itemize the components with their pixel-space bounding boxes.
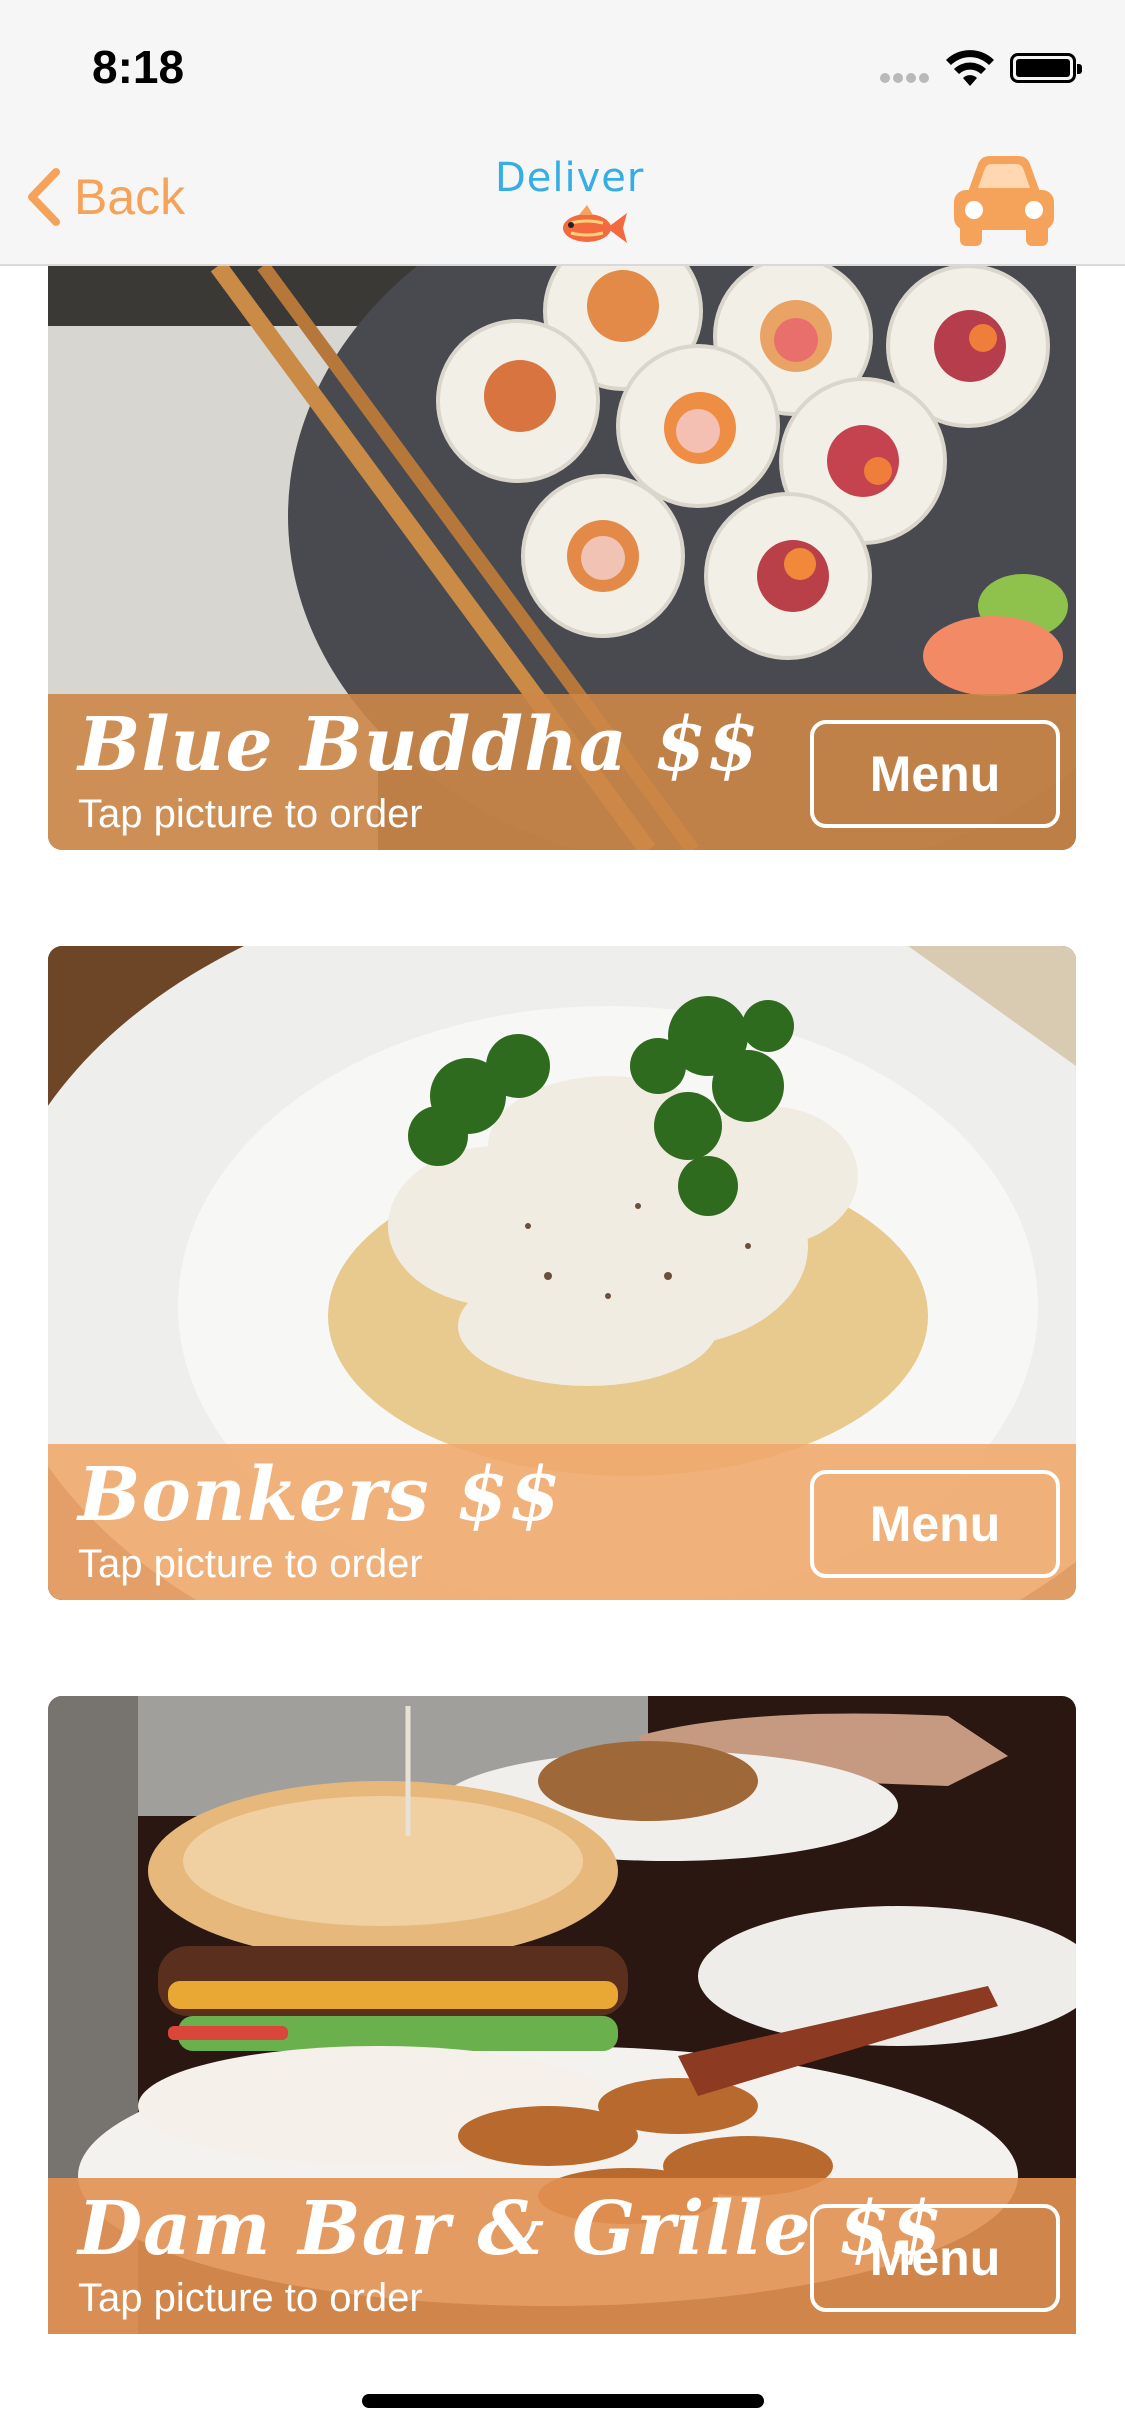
app-logo: Deliver [495, 155, 645, 260]
restaurant-card-blue-buddha[interactable]: Blue Buddha $$ Tap picture to order Menu [48, 266, 1076, 850]
restaurant-name: Bonkers $$ [78, 1452, 562, 1538]
status-time: 8:18 [92, 41, 185, 93]
car-icon[interactable] [948, 150, 1060, 248]
tap-hint: Tap picture to order [78, 2276, 423, 2320]
menu-button[interactable]: Menu [810, 720, 1060, 828]
restaurant-card-dam-bar-grille[interactable]: Dam Bar & Grille $$ Tap picture to order… [48, 1696, 1076, 2334]
back-button[interactable]: Back [24, 162, 185, 232]
wifi-icon [946, 50, 994, 86]
menu-button[interactable]: Menu [810, 1470, 1060, 1578]
battery-icon [1010, 53, 1082, 83]
back-label: Back [74, 169, 186, 225]
restaurant-card-bonkers[interactable]: Bonkers $$ Tap picture to order Menu [48, 946, 1076, 1600]
fish-icon [563, 205, 627, 243]
card-info-band: Blue Buddha $$ Tap picture to order Menu [48, 694, 1076, 850]
card-info-band: Bonkers $$ Tap picture to order Menu [48, 1444, 1076, 1600]
navigation-bar: Back Deliver [0, 100, 1125, 266]
home-indicator[interactable] [362, 2394, 764, 2408]
chevron-left-icon [28, 168, 60, 226]
tap-hint: Tap picture to order [78, 792, 423, 836]
logo-text: Deliver [495, 155, 645, 201]
card-info-band: Dam Bar & Grille $$ Tap picture to order… [48, 2178, 1076, 2334]
cellular-signal-icon [880, 70, 932, 84]
tap-hint: Tap picture to order [78, 1542, 423, 1586]
menu-button[interactable]: Menu [810, 2204, 1060, 2312]
restaurant-name: Blue Buddha $$ [78, 702, 760, 788]
